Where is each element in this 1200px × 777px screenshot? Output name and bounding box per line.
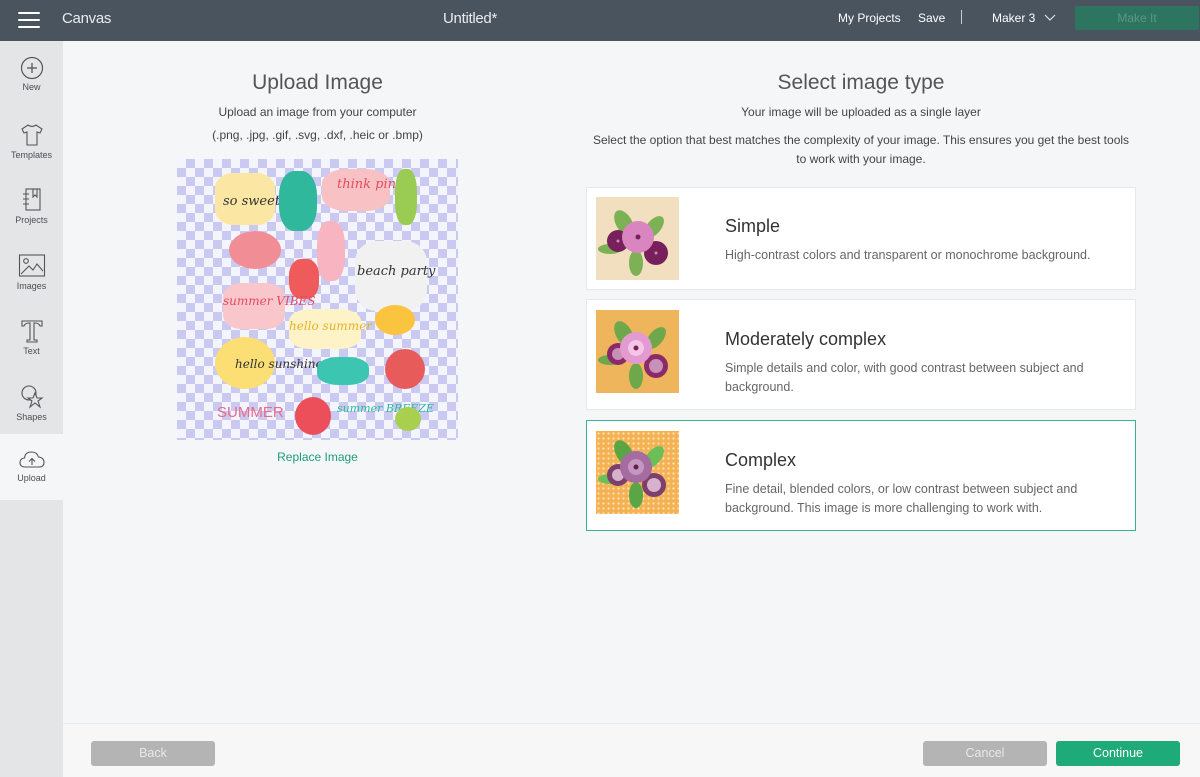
sticker-label: hello sunshine xyxy=(235,357,323,371)
upload-formats: (.png, .jpg, .gif, .svg, .dxf, .heic or … xyxy=(212,128,423,142)
select-type-subtitle: Your image will be uploaded as a single … xyxy=(741,105,981,119)
sticker-beach-ball xyxy=(385,349,425,389)
sidebar-item-label: New xyxy=(22,82,41,92)
simple-flower-thumbnail xyxy=(596,197,679,280)
option-moderately-complex[interactable]: Moderately complex Simple details and co… xyxy=(586,299,1136,410)
divider xyxy=(961,10,962,24)
machine-selector[interactable]: Maker 3 xyxy=(992,11,1035,25)
sidebar-item-label: Shapes xyxy=(16,412,47,422)
sidebar-item-templates[interactable]: Templates xyxy=(0,122,63,187)
option-description: Fine detail, blended colors, or low cont… xyxy=(725,482,1078,515)
sidebar-item-label: Upload xyxy=(17,473,46,483)
upload-main-panel: Upload Image Upload an image from your c… xyxy=(63,41,1200,723)
back-button[interactable]: Back xyxy=(91,741,215,766)
sticker-label: so sweet xyxy=(223,194,281,209)
save-link[interactable]: Save xyxy=(918,11,945,25)
top-bar: Canvas Untitled* My Projects Save Maker … xyxy=(0,0,1200,41)
sticker-strawberry xyxy=(295,397,331,435)
tshirt-icon xyxy=(20,124,43,146)
complex-flower-thumbnail xyxy=(596,431,679,514)
option-complex[interactable]: Complex Fine detail, blended colors, or … xyxy=(586,420,1136,531)
cloud-upload-icon xyxy=(18,451,45,468)
sidebar-item-label: Images xyxy=(16,281,47,291)
sticker-flip-flops xyxy=(279,171,317,231)
sidebar-item-upload[interactable]: Upload xyxy=(0,434,63,500)
sticker-label: hello summer xyxy=(289,319,373,333)
sidebar-item-new[interactable]: New xyxy=(0,56,63,121)
option-simple[interactable]: Simple High-contrast colors and transpar… xyxy=(586,187,1136,290)
select-type-title: Select image type xyxy=(777,71,945,94)
option-title: Complex xyxy=(725,450,797,470)
sticker-watermelon xyxy=(289,259,319,299)
chevron-down-icon[interactable] xyxy=(1044,11,1056,23)
sticker-ice-cream xyxy=(317,221,345,281)
footer-bar: Back Cancel Continue xyxy=(63,723,1200,777)
sticker-hibiscus xyxy=(229,231,281,269)
sidebar-item-label: Templates xyxy=(10,150,53,160)
select-type-instructions: Select the option that best matches the … xyxy=(592,133,1130,166)
hamburger-menu-icon[interactable] xyxy=(18,12,40,28)
option-title: Moderately complex xyxy=(725,329,887,349)
make-it-button[interactable]: Make It xyxy=(1075,6,1199,30)
sidebar-item-text[interactable]: Text xyxy=(0,318,63,383)
upload-subtitle: Upload an image from your computer xyxy=(218,105,417,119)
image-icon xyxy=(18,254,45,277)
sidebar-item-label: Projects xyxy=(15,215,48,225)
sticker-label: summer VIBES xyxy=(223,294,316,308)
text-t-icon xyxy=(20,320,43,343)
sticker-label: beach party xyxy=(357,264,436,279)
notebook-icon xyxy=(22,188,41,211)
sticker-label: think pink xyxy=(337,177,404,192)
sticker-label: SUMMER xyxy=(217,404,284,421)
replace-image-link[interactable]: Replace Image xyxy=(177,450,458,464)
option-description: Simple details and color, with good cont… xyxy=(725,361,1084,394)
plus-circle-icon xyxy=(20,56,43,80)
sidebar-item-images[interactable]: Images xyxy=(0,253,63,318)
uploaded-image-preview: so sweet think pink beach party summer V… xyxy=(177,159,458,440)
sticker-starfish xyxy=(317,357,369,385)
sidebar: New Templates Projects Images Text Shape… xyxy=(0,41,63,777)
my-projects-link[interactable]: My Projects xyxy=(838,11,901,25)
sidebar-item-label: Text xyxy=(23,346,40,356)
app-title: Canvas xyxy=(62,10,112,27)
sticker-cocktail xyxy=(395,169,417,225)
sticker-leaf xyxy=(395,407,421,431)
option-title: Simple xyxy=(725,216,781,236)
continue-button[interactable]: Continue xyxy=(1056,741,1180,766)
shapes-icon xyxy=(20,385,44,409)
upload-title: Upload Image xyxy=(252,71,383,94)
sidebar-item-projects[interactable]: Projects xyxy=(0,187,63,252)
sticker-lemon xyxy=(375,305,415,335)
option-description: High-contrast colors and transparent or … xyxy=(725,248,1091,262)
cancel-button[interactable]: Cancel xyxy=(923,741,1047,766)
moderate-flower-thumbnail xyxy=(596,310,679,393)
document-title[interactable]: Untitled* xyxy=(443,10,497,27)
